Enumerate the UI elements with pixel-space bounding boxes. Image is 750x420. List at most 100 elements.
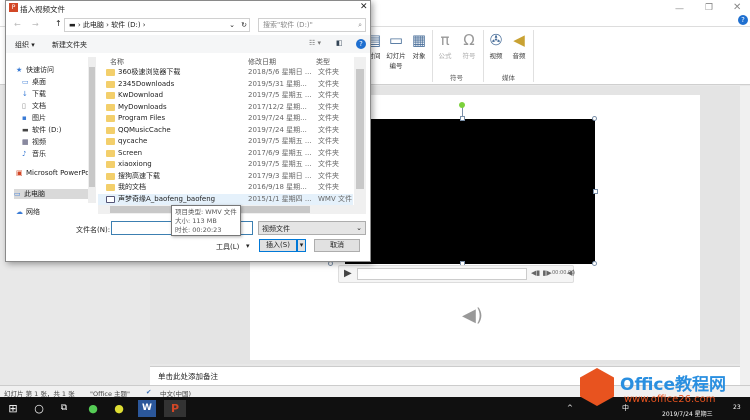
nav-downloads[interactable]: ↓ 下载: [22, 89, 96, 99]
file-name: xiaoxiong: [118, 160, 152, 168]
nav-desktop[interactable]: ▭ 桌面: [22, 77, 96, 87]
nav-powerpoint[interactable]: ▣Microsoft PowerPoint: [16, 169, 90, 177]
nav-this-pc[interactable]: ▭ 此电脑: [14, 189, 90, 199]
refresh-icon[interactable]: ↻: [241, 19, 247, 31]
file-row[interactable]: QQMusicCache 2019/7/24 星期... 文件夹: [98, 125, 353, 137]
file-row[interactable]: 搜狗高速下载 2017/9/3 星期日 ... 文件夹: [98, 171, 353, 183]
chevron-down-icon[interactable]: ⌄: [229, 19, 235, 31]
nav-videos[interactable]: ▦ 视频: [22, 137, 96, 147]
filetype-select[interactable]: 视频文件 ⌄: [258, 221, 366, 235]
file-date: 2019/7/5 星期五 ...: [248, 160, 312, 168]
close-window-button[interactable]: ✕: [733, 2, 741, 13]
file-row[interactable]: 2345Downloads 2019/5/31 星期... 文件夹: [98, 79, 353, 91]
nav-scrollbar[interactable]: [88, 57, 96, 203]
column-date[interactable]: 修改日期: [248, 57, 276, 67]
file-list-scrollbar[interactable]: [354, 57, 366, 205]
start-icon[interactable]: ⊞: [4, 400, 22, 417]
organize-button[interactable]: 组织 ▾: [15, 40, 35, 50]
resize-handle[interactable]: [460, 116, 465, 121]
address-bar[interactable]: ▬ › 此电脑 › 软件 (D:) › ⌄ ↻: [64, 18, 250, 32]
tools-dropdown-icon[interactable]: ▾: [246, 242, 250, 250]
nav-quick-access[interactable]: ★ 快速访问: [16, 65, 90, 75]
file-row[interactable]: MyDownloads 2017/12/2 星期... 文件夹: [98, 102, 353, 114]
volume-icon[interactable]: ◀): [567, 269, 575, 277]
play-icon[interactable]: ▶: [344, 268, 352, 279]
help-icon[interactable]: ?: [738, 15, 748, 25]
file-row[interactable]: 360极速浏览器下载 2018/5/6 星期日 ... 文件夹: [98, 67, 353, 79]
file-type: 文件夹: [318, 79, 339, 88]
task-view-icon[interactable]: ⧉: [55, 400, 73, 417]
symbol-button[interactable]: Ω 符号: [460, 30, 478, 60]
resize-handle[interactable]: [592, 261, 597, 266]
file-row[interactable]: xiaoxiong 2019/7/5 星期五 ... 文件夹: [98, 159, 353, 171]
skip-icons[interactable]: ◀▮ ▮▶: [531, 269, 552, 277]
app-green-icon[interactable]: ●: [84, 400, 102, 417]
file-row[interactable]: qycache 2019/7/5 星期五 ... 文件夹: [98, 136, 353, 148]
breadcrumb-drive-d[interactable]: 软件 (D:): [111, 21, 140, 29]
search-input[interactable]: 搜索"软件 (D:)" ⌕: [258, 18, 366, 32]
file-name: 我的文档: [118, 183, 146, 191]
insert-button[interactable]: 插入(S): [259, 239, 297, 252]
audio-speaker-icon[interactable]: ◀): [462, 305, 483, 326]
video-file-icon: [106, 195, 115, 203]
nav-documents[interactable]: ▯ 文档: [22, 101, 96, 111]
file-row[interactable]: 我的文档 2016/9/18 星期... 文件夹: [98, 182, 353, 194]
resize-handle[interactable]: [593, 189, 598, 194]
spellcheck-icon[interactable]: ✔: [146, 388, 151, 396]
file-date: 2019/7/24 星期...: [248, 114, 307, 122]
help-icon[interactable]: ?: [356, 39, 366, 49]
file-type: 文件夹: [318, 137, 339, 145]
column-type[interactable]: 类型: [316, 57, 330, 67]
tray-chevron-icon[interactable]: ^: [567, 404, 573, 412]
vertical-scrollbar[interactable]: [740, 86, 750, 385]
resize-handle[interactable]: [592, 116, 597, 121]
file-name: 声梦奇缘A_baofeng_baofeng: [118, 194, 216, 203]
new-folder-button[interactable]: 新建文件夹: [52, 40, 87, 50]
rotate-handle[interactable]: [459, 102, 465, 108]
file-row[interactable]: Program Files 2019/7/24 星期... 文件夹: [98, 113, 353, 125]
audio-button[interactable]: ◀ 音频: [510, 30, 528, 60]
view-options-icon[interactable]: ☷ ▾: [309, 39, 321, 47]
file-row[interactable]: 声梦奇缘A_baofeng_baofeng 2015/1/1 星期四 ... WMV…: [98, 193, 353, 205]
tools-menu[interactable]: 工具(L): [216, 242, 239, 252]
folder-icon: [106, 184, 115, 191]
preview-pane-icon[interactable]: ◧: [336, 39, 343, 47]
forward-icon[interactable]: →: [32, 20, 39, 29]
file-row[interactable]: KwDownload 2019/7/5 星期五 ... 文件夹: [98, 90, 353, 102]
cortana-icon[interactable]: ○: [30, 400, 48, 417]
powerpoint-icon[interactable]: P: [164, 400, 186, 417]
nav-network[interactable]: ☁ 网络: [16, 207, 90, 217]
file-row[interactable]: Screen 2017/6/9 星期五 ... 文件夹: [98, 148, 353, 160]
folder-icon: [106, 161, 115, 168]
seek-bar[interactable]: [357, 268, 527, 280]
close-icon[interactable]: ✕: [360, 2, 368, 12]
file-type: 文件夹: [318, 114, 339, 122]
file-list: 名称 修改日期 类型 360极速浏览器下载 2018/5/6 星期日 ... 文件夹…: [98, 57, 353, 205]
word-icon[interactable]: W: [138, 400, 156, 417]
breadcrumb-this-pc[interactable]: 此电脑: [83, 21, 104, 29]
file-date: 2017/6/9 星期五 ...: [248, 148, 312, 157]
search-icon: ⌕: [358, 21, 362, 29]
clock-date[interactable]: 2019/7/24 星期三: [662, 409, 713, 418]
watermark-url: www.office26.com: [624, 394, 716, 405]
video-button[interactable]: ✇ 视频: [487, 30, 505, 60]
slide-number-button[interactable]: ▭ 幻灯片编号: [386, 30, 406, 70]
file-type: 文件夹: [318, 91, 339, 99]
nav-drive-d[interactable]: ▬ 软件 (D:): [22, 125, 96, 135]
video-placeholder[interactable]: [345, 119, 595, 264]
restore-button[interactable]: ❐: [705, 3, 713, 13]
object-button[interactable]: ▦ 对象: [410, 30, 428, 60]
app-yellow-icon[interactable]: ●: [110, 400, 128, 417]
minimize-button[interactable]: —: [675, 4, 684, 14]
up-icon[interactable]: ↑: [55, 19, 62, 28]
insert-dropdown-icon[interactable]: ▾: [297, 239, 306, 252]
column-name[interactable]: 名称: [110, 57, 124, 67]
equation-button[interactable]: π 公式: [436, 30, 454, 60]
file-date: 2018/5/6 星期日 ...: [248, 68, 312, 76]
nav-music[interactable]: ♪ 音乐: [22, 149, 96, 159]
file-type: 文件夹: [318, 160, 339, 168]
back-icon[interactable]: ←: [14, 20, 21, 29]
nav-pictures[interactable]: ▪ 图片: [22, 113, 96, 123]
cancel-button[interactable]: 取消: [314, 239, 360, 252]
folder-icon: [106, 103, 115, 111]
